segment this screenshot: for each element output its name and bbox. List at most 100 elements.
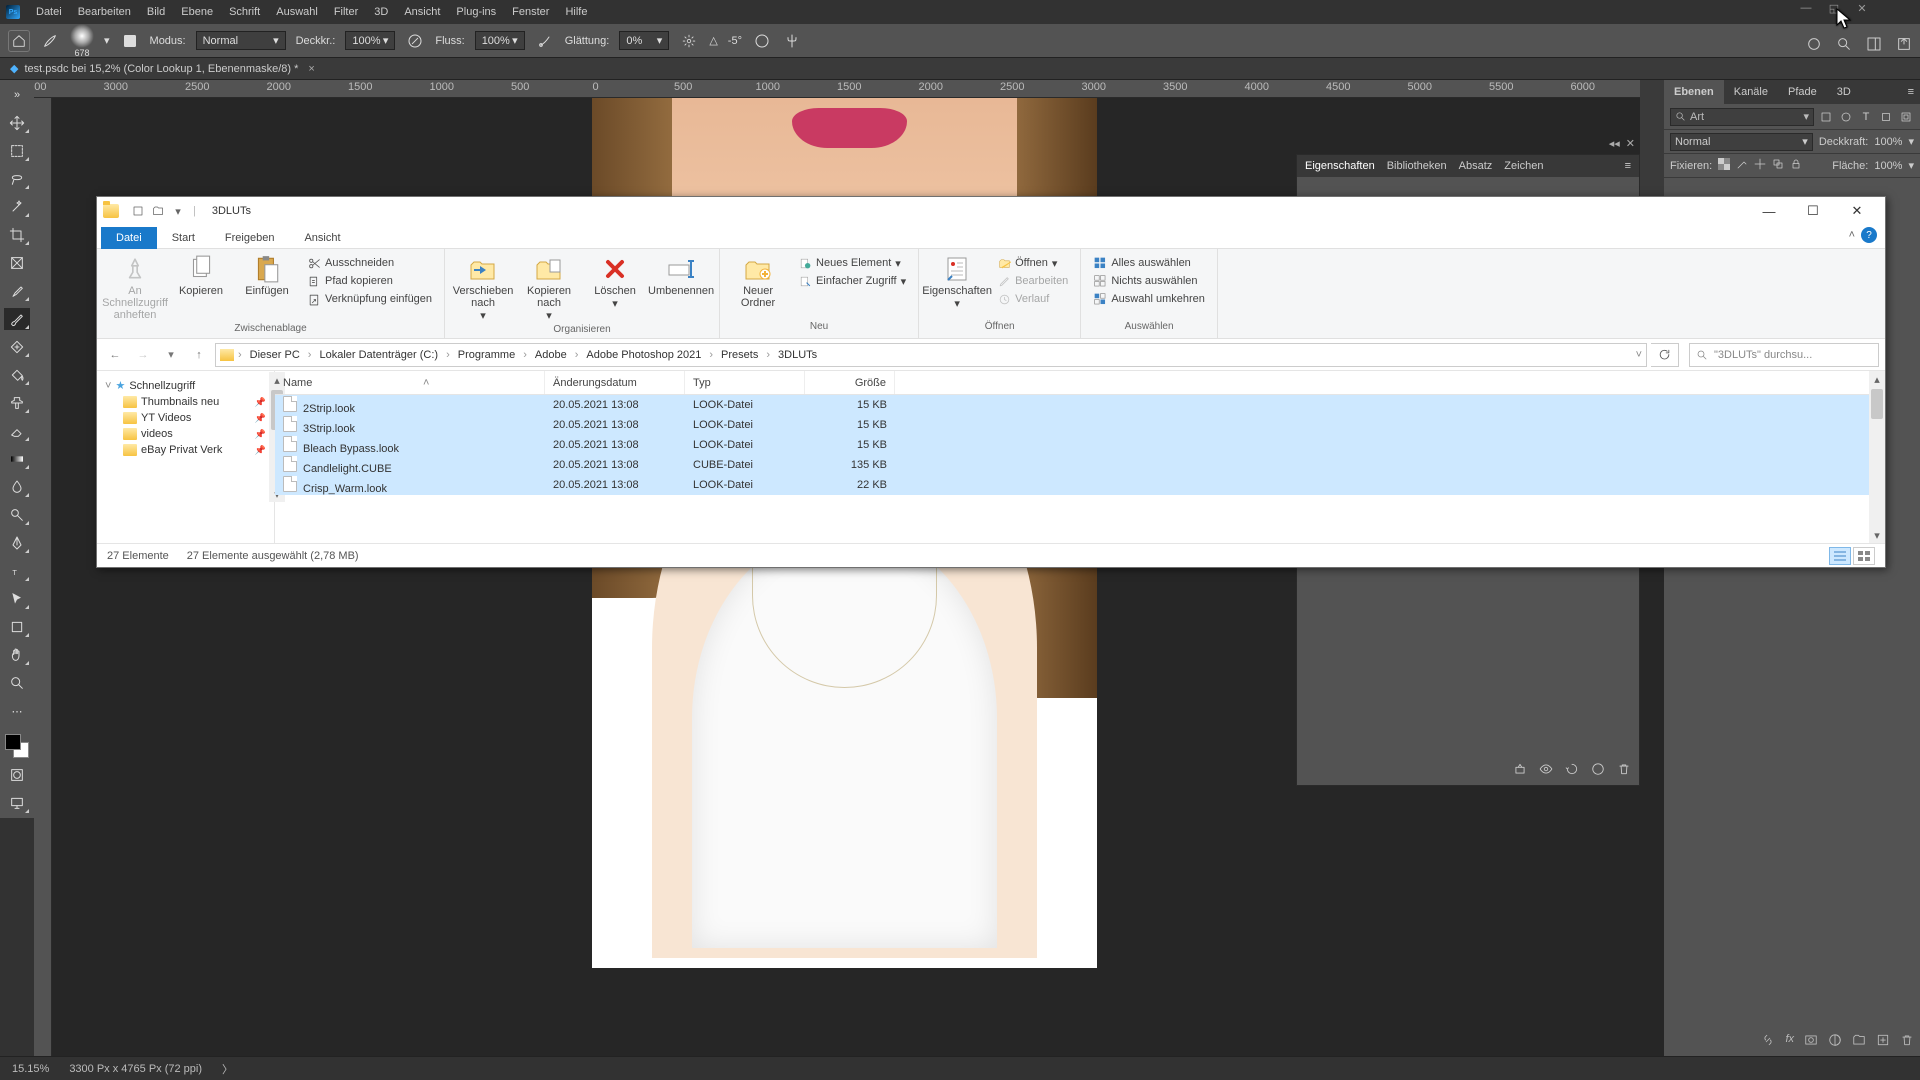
link-layers-icon[interactable] bbox=[1761, 1033, 1775, 1050]
menu-3d[interactable]: 3D bbox=[366, 0, 396, 24]
qa-newfolder-icon[interactable] bbox=[149, 202, 167, 220]
pastelink-button[interactable]: Verknüpfung einfügen bbox=[303, 291, 436, 307]
breadcrumb[interactable]: Dieser PC bbox=[246, 344, 304, 366]
qa-props-icon[interactable] bbox=[129, 202, 147, 220]
ribbon-collapse-icon[interactable]: ˄ bbox=[1849, 229, 1855, 241]
clip-icon[interactable] bbox=[1513, 762, 1527, 779]
chevron-down-icon[interactable]: ▾ bbox=[104, 34, 110, 47]
frame-tool-icon[interactable] bbox=[4, 252, 30, 274]
lasso-tool-icon[interactable] bbox=[4, 168, 30, 190]
menu-auswahl[interactable]: Auswahl bbox=[268, 0, 326, 24]
history-button[interactable]: Verlauf bbox=[993, 291, 1072, 307]
nav-back-button[interactable]: ← bbox=[103, 343, 127, 367]
menu-plug-ins[interactable]: Plug-ins bbox=[448, 0, 504, 24]
chevron-down-icon[interactable]: ▾ bbox=[1908, 135, 1914, 148]
eraser-tool-icon[interactable] bbox=[4, 420, 30, 442]
nav-forward-button[interactable]: → bbox=[131, 343, 155, 367]
wand-tool-icon[interactable] bbox=[4, 196, 30, 218]
prev-icon[interactable] bbox=[1591, 762, 1605, 779]
visibility-icon[interactable] bbox=[1539, 762, 1553, 779]
trash-icon[interactable] bbox=[1617, 762, 1631, 779]
screenmode-icon[interactable] bbox=[4, 792, 30, 814]
chevron-right-icon[interactable]: › bbox=[444, 349, 452, 361]
chevron-right-icon[interactable]: › bbox=[306, 349, 314, 361]
file-row[interactable]: Bleach Bypass.look20.05.2021 13:08LOOK-D… bbox=[275, 435, 1885, 455]
paintbucket-tool-icon[interactable] bbox=[4, 364, 30, 386]
explorer-titlebar[interactable]: ▾ | 3DLUTs — ☐ ✕ bbox=[97, 197, 1885, 225]
gradient-tool-icon[interactable] bbox=[4, 448, 30, 470]
chevron-down-icon[interactable]: ▾ bbox=[1908, 159, 1914, 172]
chevron-right-icon[interactable]: 〉 bbox=[222, 1061, 233, 1077]
panel-tab-character[interactable]: Zeichen bbox=[1504, 160, 1543, 172]
chevron-right-icon[interactable]: › bbox=[764, 349, 772, 361]
chevron-right-icon[interactable]: › bbox=[573, 349, 581, 361]
layer-opacity-value[interactable]: 100% bbox=[1874, 136, 1902, 148]
chevron-right-icon[interactable]: › bbox=[707, 349, 715, 361]
breadcrumb[interactable]: Lokaler Datenträger (C:) bbox=[315, 344, 442, 366]
clone-tool-icon[interactable] bbox=[4, 392, 30, 414]
group-icon[interactable] bbox=[1852, 1033, 1866, 1050]
breadcrumb[interactable]: Adobe bbox=[531, 344, 571, 366]
brush-preview[interactable]: 678 bbox=[70, 24, 94, 58]
smoothing-options-icon[interactable] bbox=[679, 31, 699, 51]
eyedropper-tool-icon[interactable] bbox=[4, 280, 30, 302]
lock-all-icon[interactable] bbox=[1790, 158, 1802, 173]
panel-tab-paths[interactable]: Pfade bbox=[1778, 80, 1827, 104]
menu-fenster[interactable]: Fenster bbox=[504, 0, 557, 24]
nav-up-button[interactable]: ↑ bbox=[187, 343, 211, 367]
brush-panel-toggle-icon[interactable] bbox=[120, 31, 140, 51]
menu-datei[interactable]: Datei bbox=[28, 0, 70, 24]
close-icon[interactable]: ✕ bbox=[1626, 137, 1635, 150]
close-icon[interactable]: ✕ bbox=[1854, 2, 1870, 15]
nav-item[interactable]: eBay Privat Verk📌 bbox=[101, 442, 270, 458]
panel-tab-libraries[interactable]: Bibliotheken bbox=[1387, 160, 1447, 172]
type-tool-icon[interactable]: T bbox=[4, 560, 30, 582]
ribbon-tab-view[interactable]: Ansicht bbox=[289, 227, 355, 249]
open-button[interactable]: Öffnen ▾ bbox=[993, 255, 1072, 271]
filter-pixel-icon[interactable] bbox=[1818, 109, 1834, 125]
smoothing-input[interactable]: 0%▾ bbox=[619, 31, 669, 50]
pen-tool-icon[interactable] bbox=[4, 532, 30, 554]
selectall-button[interactable]: Alles auswählen bbox=[1089, 255, 1209, 271]
delete-button[interactable]: Löschen▾ bbox=[585, 253, 645, 310]
brush-tool-icon[interactable] bbox=[40, 31, 60, 51]
details-view-button[interactable] bbox=[1829, 547, 1851, 565]
file-row[interactable]: 2Strip.look20.05.2021 13:08LOOK-Datei15 … bbox=[275, 395, 1885, 415]
angle-value[interactable]: -5° bbox=[728, 35, 742, 47]
chevron-down-icon[interactable]: ▾ bbox=[169, 202, 187, 220]
copypath-button[interactable]: Pfad kopieren bbox=[303, 273, 436, 289]
file-row[interactable]: 3Strip.look20.05.2021 13:08LOOK-Datei15 … bbox=[275, 415, 1885, 435]
collapse-icon[interactable]: ◂◂ bbox=[1609, 137, 1620, 150]
paste-button[interactable]: Einfügen bbox=[237, 253, 297, 297]
brush-tool-icon[interactable] bbox=[4, 308, 30, 330]
breadcrumb[interactable]: Adobe Photoshop 2021 bbox=[582, 344, 705, 366]
maximize-button[interactable]: ☐ bbox=[1791, 197, 1835, 225]
zoom-level[interactable]: 15.15% bbox=[12, 1063, 49, 1075]
blur-tool-icon[interactable] bbox=[4, 476, 30, 498]
copyto-button[interactable]: Kopieren nach▾ bbox=[519, 253, 579, 322]
breadcrumb[interactable]: 3DLUTs bbox=[774, 344, 821, 366]
fill-value[interactable]: 100% bbox=[1874, 160, 1902, 172]
workspace-icon[interactable] bbox=[1866, 36, 1882, 55]
layer-blend-select[interactable]: Normal▾ bbox=[1670, 133, 1813, 151]
menu-hilfe[interactable]: Hilfe bbox=[557, 0, 595, 24]
fx-icon[interactable]: fx bbox=[1785, 1033, 1794, 1050]
crop-tool-icon[interactable] bbox=[4, 224, 30, 246]
nav-item[interactable]: Thumbnails neu📌 bbox=[101, 394, 270, 410]
panel-tab-3d[interactable]: 3D bbox=[1827, 80, 1861, 104]
panel-menu-icon[interactable]: ≡ bbox=[1902, 86, 1920, 98]
adjustment-icon[interactable] bbox=[1828, 1033, 1842, 1050]
mask-icon[interactable] bbox=[1804, 1033, 1818, 1050]
path-select-tool-icon[interactable] bbox=[4, 588, 30, 610]
panel-tab-layers[interactable]: Ebenen bbox=[1664, 80, 1724, 104]
opacity-input[interactable]: 100%▾ bbox=[345, 31, 395, 50]
ribbon-tab-start[interactable]: Start bbox=[157, 227, 210, 249]
zoom-tool-icon[interactable] bbox=[4, 672, 30, 694]
breadcrumb[interactable]: Programme bbox=[454, 344, 519, 366]
dodge-tool-icon[interactable] bbox=[4, 504, 30, 526]
column-size[interactable]: Größe bbox=[805, 371, 895, 394]
panel-menu-icon[interactable]: ≡ bbox=[1625, 160, 1631, 172]
chevron-right-icon[interactable]: › bbox=[521, 349, 529, 361]
search-icon[interactable] bbox=[1836, 36, 1852, 55]
nav-item[interactable]: videos📌 bbox=[101, 426, 270, 442]
